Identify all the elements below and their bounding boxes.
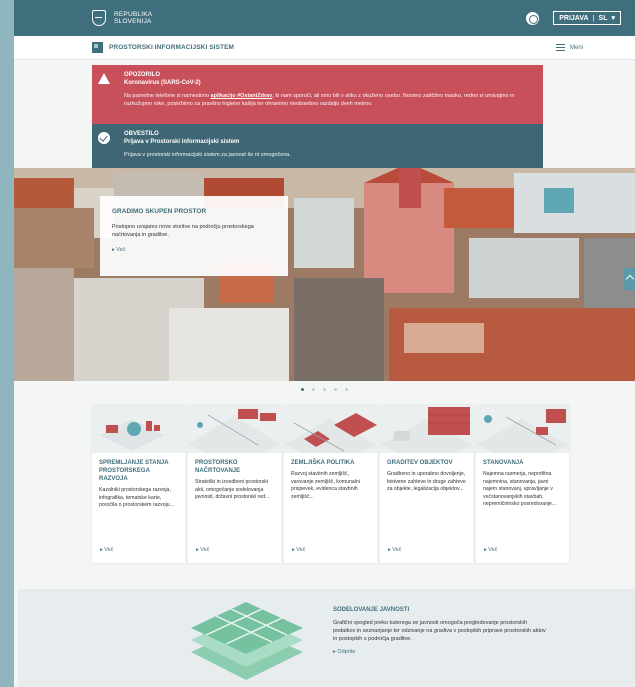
card-text: Razvoj stavbnih zemljišč, varovanje zeml…	[291, 471, 360, 500]
card-more-link[interactable]: ▸ Več	[388, 547, 401, 553]
card-graditev-objektov[interactable]: GRADITEV OBJEKTOV Gradbeno in uporabno d…	[380, 405, 473, 563]
carousel-dot[interactable]	[334, 388, 337, 391]
government-logo[interactable]: REPUBLIKA SLOVENIJA	[114, 11, 152, 26]
card-title: PROSTORSKO NAČRTOVANJE	[195, 460, 241, 474]
hero-text: Postopno uvajamo nove storitve na področ…	[112, 224, 254, 238]
pis-logo-icon	[92, 42, 103, 53]
card-illustration	[92, 405, 185, 453]
warning-subtitle: Koronavirus (SARS-CoV-2)	[124, 80, 201, 86]
carousel-dot[interactable]	[312, 388, 315, 391]
carousel-dot[interactable]	[323, 388, 326, 391]
info-body: Prijava v prostorski informacijski siste…	[124, 152, 291, 158]
card-prostorsko-nacrtovanje[interactable]: PROSTORSKO NAČRTOVANJE Strateški in izve…	[188, 405, 281, 563]
map-layers-illustration	[191, 602, 303, 680]
org-name-line2: SLOVENIJA	[114, 18, 152, 25]
info-alert: OBVESTILO Prijava v Prostorski informaci…	[92, 124, 543, 169]
card-more-link[interactable]: ▸ Več	[292, 547, 305, 553]
page: REPUBLIKA SLOVENIJA PRIJAVA | SL ▾ PROST…	[14, 0, 635, 687]
card-title: GRADITEV OBJEKTOV	[387, 460, 453, 466]
carousel-dot[interactable]	[301, 388, 304, 391]
warning-icon	[98, 73, 110, 84]
ostanizdrav-link[interactable]: aplikacijo #OstaniZdrav	[211, 93, 273, 99]
card-zemljiska-politika[interactable]: ZEMLJIŠKA POLITIKA Razvoj stavbnih zemlj…	[284, 405, 377, 563]
participation-body: Grafični vpogled preko katerega se javno…	[333, 620, 546, 642]
info-subtitle: Prijava v Prostorski informacijski siste…	[124, 139, 240, 145]
warning-body: Na pametne telefone si namestimo aplikac…	[124, 93, 515, 107]
card-title: SPREMLJANJE STANJA PROSTORSKEGA RAZVOJA	[99, 460, 169, 482]
card-more-link[interactable]: ▸ Več	[100, 547, 113, 553]
card-illustration	[380, 405, 473, 453]
app-header: PROSTORSKI INFORMACIJSKI SISTEM Meni	[14, 36, 635, 60]
public-participation-section: SODELOVANJE JAVNOSTI Grafični vpogled pr…	[18, 589, 635, 687]
accessibility-icon[interactable]	[526, 11, 540, 25]
card-more-link[interactable]: ▸ Več	[484, 547, 497, 553]
hamburger-menu-icon[interactable]	[555, 44, 565, 51]
participation-title: SODELOVANJE JAVNOSTI	[333, 607, 410, 613]
card-title: ZEMLJIŠKA POLITIKA	[291, 460, 355, 466]
org-name-line1: REPUBLIKA	[114, 10, 153, 18]
card-text: Strateški in izvedbeni prostorski akti, …	[195, 479, 270, 501]
app-title[interactable]: PROSTORSKI INFORMACIJSKI SISTEM	[109, 44, 234, 51]
card-text: Gradbeno in uporabno dovoljenje, bistven…	[387, 471, 466, 493]
carousel-indicators	[0, 388, 635, 391]
card-title: STANOVANJA	[483, 460, 524, 466]
service-cards: SPREMLJANJE STANJA PROSTORSKEGA RAZVOJA …	[92, 405, 569, 563]
menu-button[interactable]: Meni	[570, 45, 583, 51]
card-text: Kazalniki prostorskega razvoja, infograf…	[99, 487, 174, 509]
card-illustration	[284, 405, 377, 453]
warning-title: OPOZORILO	[124, 72, 160, 78]
hero-carousel[interactable]: GRADIMO SKUPEN PROSTOR Postopno uvajamo …	[14, 168, 635, 381]
language-select[interactable]: SL	[599, 15, 608, 22]
card-stanovanja[interactable]: STANOVANJA Najemna razmerja, neprofitna …	[476, 405, 569, 563]
scroll-top-button[interactable]	[624, 268, 635, 290]
card-more-link[interactable]: ▸ Več	[196, 547, 209, 553]
card-illustration	[188, 405, 281, 453]
carousel-dot[interactable]	[345, 388, 348, 391]
check-circle-icon	[98, 132, 110, 144]
card-spremljanje[interactable]: SPREMLJANJE STANJA PROSTORSKEGA RAZVOJA …	[92, 405, 185, 563]
info-title: OBVESTILO	[124, 131, 159, 137]
hero-title: GRADIMO SKUPEN PROSTOR	[112, 208, 207, 215]
card-illustration	[476, 405, 569, 453]
card-text: Najemna razmerja, neprofitna najemnina, …	[483, 471, 557, 508]
chevron-down-icon: ▾	[611, 15, 615, 22]
coat-of-arms-icon	[92, 10, 106, 26]
hero-card: GRADIMO SKUPEN PROSTOR Postopno uvajamo …	[100, 196, 288, 276]
hero-more-link[interactable]: ▸ Več	[112, 247, 276, 253]
participation-open-link[interactable]: ▸ Odprite	[333, 649, 548, 655]
warning-alert: OPOZORILO Koronavirus (SARS-CoV-2) Na pa…	[92, 65, 543, 124]
top-bar: REPUBLIKA SLOVENIJA PRIJAVA | SL ▾	[14, 0, 635, 36]
login-language-button[interactable]: PRIJAVA | SL ▾	[553, 11, 621, 25]
login-button[interactable]: PRIJAVA	[559, 15, 588, 22]
